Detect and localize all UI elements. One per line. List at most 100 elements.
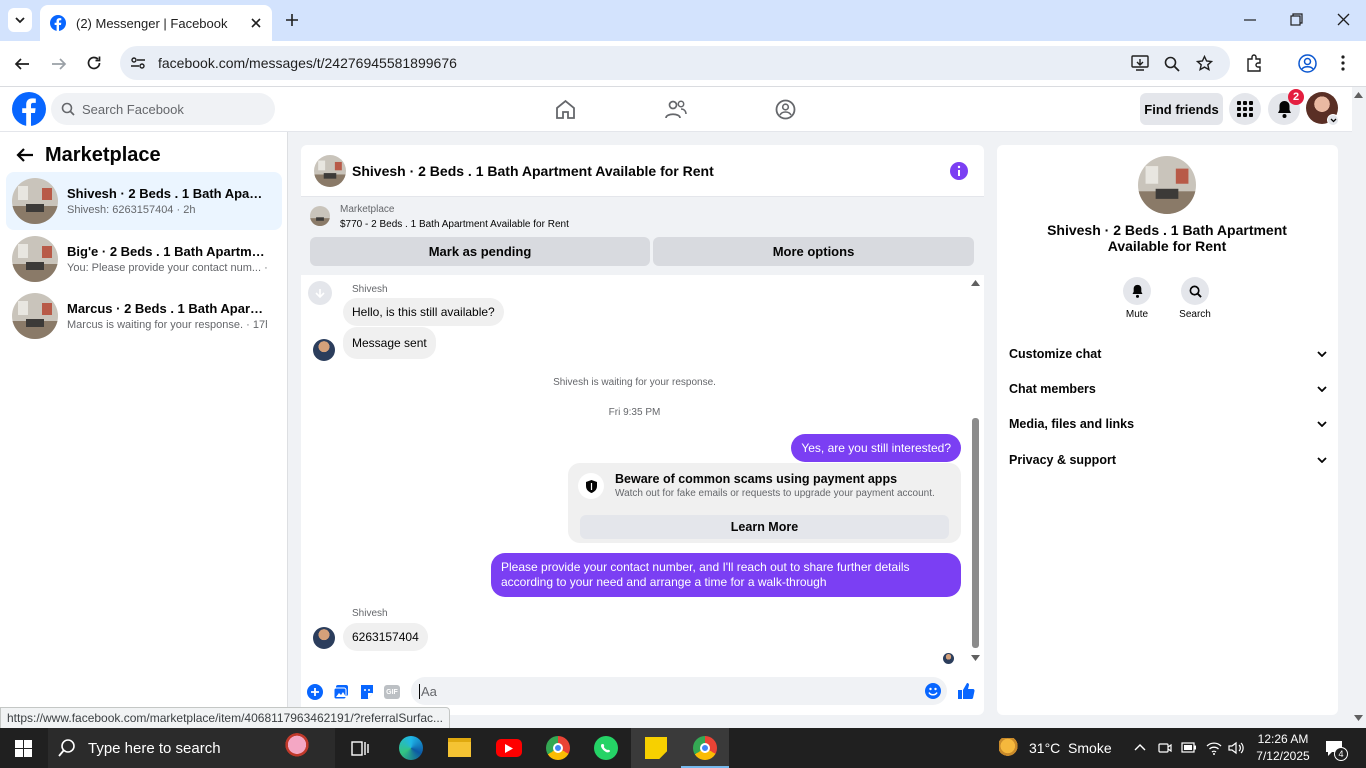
info-icon[interactable] <box>950 162 968 180</box>
gif-icon[interactable]: GIF <box>384 685 400 699</box>
listing-thumbnail[interactable] <box>310 206 330 226</box>
media-files-links-item[interactable]: Media, files and links <box>1009 417 1327 431</box>
page-scroll-up-icon[interactable] <box>1354 92 1363 98</box>
battery-icon[interactable] <box>1181 742 1197 753</box>
wifi-icon[interactable] <box>1206 741 1222 755</box>
facebook-logo-icon[interactable] <box>12 92 46 126</box>
chat-thumbnail[interactable] <box>314 154 346 187</box>
listing-photo[interactable] <box>1138 156 1196 214</box>
extensions-icon[interactable] <box>1245 54 1263 72</box>
back-icon[interactable] <box>14 56 30 72</box>
search-icon <box>61 102 75 116</box>
account-chevron[interactable] <box>1327 114 1339 126</box>
install-app-icon[interactable] <box>1131 55 1149 72</box>
weather-icon[interactable] <box>999 738 1021 758</box>
scam-warning-card: Beware of common scams using payment app… <box>568 463 961 543</box>
browser-menu-icon[interactable] <box>1341 55 1345 71</box>
scroll-to-bottom-button[interactable] <box>308 281 332 305</box>
message-timestamp: Fri 9:35 PM <box>608 407 661 418</box>
youtube-icon[interactable] <box>496 739 522 757</box>
window-close-icon[interactable] <box>1337 13 1350 26</box>
sender-avatar[interactable] <box>313 627 335 649</box>
more-options-button[interactable]: More options <box>653 237 974 266</box>
emoji-icon[interactable] <box>925 683 941 699</box>
weather-text[interactable]: 31°C Smoke <box>1029 740 1112 756</box>
page-scroll-down-icon[interactable] <box>1354 715 1363 721</box>
clock-time[interactable]: 12:26 AM <box>1250 732 1316 746</box>
conversation-item[interactable]: Big'e · 2 Beds . 1 Bath Apartment A... Y… <box>6 230 282 288</box>
privacy-support-item[interactable]: Privacy & support <box>1009 453 1327 467</box>
find-friends-button[interactable]: Find friends <box>1140 93 1223 125</box>
forward-icon[interactable] <box>51 56 67 72</box>
home-icon[interactable] <box>555 99 576 120</box>
taskbar-search-text: Type here to search <box>88 739 221 757</box>
waiting-status: Shivesh is waiting for your response. <box>553 377 716 388</box>
file-explorer-icon[interactable] <box>448 738 471 757</box>
listing-detail[interactable]: $770 - 2 Beds . 1 Bath Apartment Availab… <box>340 219 569 230</box>
search-placeholder: Search Facebook <box>82 101 184 117</box>
bookmark-star-icon[interactable] <box>1196 55 1213 72</box>
scam-warning-title: Beware of common scams using payment app… <box>615 472 898 486</box>
message-bubble[interactable]: 6263157404 <box>343 623 428 651</box>
chat-scrollbar-thumb[interactable] <box>972 418 979 648</box>
clock-date[interactable]: 7/12/2025 <box>1250 749 1316 763</box>
sender-avatar[interactable] <box>313 339 335 361</box>
mark-pending-button[interactable]: Mark as pending <box>310 237 650 266</box>
conversation-preview: Marcus is waiting for your response. · 1… <box>67 319 267 331</box>
customize-chat-item[interactable]: Customize chat <box>1009 347 1327 361</box>
item-label: Customize chat <box>1009 347 1102 361</box>
conversation-item[interactable]: Marcus · 2 Beds . 1 Bath Apartmen... Mar… <box>6 287 282 345</box>
back-arrow-icon[interactable] <box>16 147 34 163</box>
whatsapp-icon[interactable] <box>594 736 618 760</box>
taskbar-search[interactable]: Type here to search <box>48 728 335 768</box>
groups-icon[interactable] <box>775 99 796 120</box>
message-bubble-outgoing[interactable]: Yes, are you still interested? <box>791 434 961 462</box>
bell-icon <box>1132 284 1142 298</box>
conversation-preview: You: Please provide your contact num... … <box>67 262 267 274</box>
zoom-icon[interactable] <box>1164 56 1180 72</box>
photo-icon[interactable] <box>333 684 349 700</box>
listing-banner: Marketplace $770 - 2 Beds . 1 Bath Apart… <box>301 197 984 275</box>
chat-title[interactable]: Shivesh · 2 Beds . 1 Bath Apartment Avai… <box>352 163 714 179</box>
site-settings-icon[interactable] <box>130 55 146 71</box>
message-bubble[interactable]: Message sent <box>343 327 436 359</box>
minimize-icon[interactable] <box>1244 19 1256 21</box>
facebook-search-input[interactable]: Search Facebook <box>51 93 275 125</box>
thumbs-up-icon[interactable] <box>957 682 975 700</box>
sticker-icon[interactable] <box>359 684 375 700</box>
plus-circle-icon[interactable] <box>307 684 323 700</box>
volume-icon[interactable] <box>1228 741 1244 755</box>
conversation-item[interactable]: Shivesh · 2 Beds . 1 Bath Apartmen... Sh… <box>6 172 282 230</box>
message-bubble-outgoing[interactable]: Please provide your contact number, and … <box>491 553 961 597</box>
chrome-active-icon[interactable] <box>681 728 729 768</box>
message-input[interactable]: Aa <box>411 677 947 705</box>
notification-badge: 2 <box>1288 89 1304 105</box>
meet-now-icon[interactable] <box>1158 741 1172 755</box>
chat-scroll-up-icon[interactable] <box>971 280 980 286</box>
learn-more-button[interactable]: Learn More <box>580 515 949 539</box>
chat-scroll-down-icon[interactable] <box>971 655 980 661</box>
reload-icon[interactable] <box>86 55 102 71</box>
details-title: Shivesh · 2 Beds . 1 Bath Apartment Avai… <box>1047 222 1287 254</box>
address-bar[interactable]: facebook.com/messages/t/2427694558189967… <box>120 46 1230 80</box>
close-icon[interactable] <box>250 17 262 29</box>
friends-icon[interactable] <box>665 99 687 120</box>
menu-button[interactable] <box>1229 93 1261 125</box>
edge-icon[interactable] <box>399 736 423 760</box>
chrome-icon[interactable] <box>546 736 570 760</box>
chevron-up-icon[interactable] <box>1134 743 1146 751</box>
item-label: Media, files and links <box>1009 417 1135 431</box>
sticky-notes-icon[interactable] <box>631 728 681 768</box>
mute-button[interactable] <box>1123 277 1151 305</box>
windows-start-icon[interactable] <box>15 740 32 757</box>
message-bubble[interactable]: Hello, is this still available? <box>343 298 504 326</box>
conversation-title: Shivesh · 2 Beds . 1 Bath Apartmen... <box>67 186 267 201</box>
search-conversation-button[interactable] <box>1181 277 1209 305</box>
chat-members-item[interactable]: Chat members <box>1009 382 1327 396</box>
new-tab-icon[interactable] <box>285 13 299 27</box>
tab-search-button[interactable] <box>8 8 32 32</box>
browser-tab[interactable]: (2) Messenger | Facebook <box>40 5 272 41</box>
task-view-icon[interactable] <box>351 740 369 757</box>
profile-icon[interactable] <box>1298 54 1317 73</box>
restore-icon[interactable] <box>1290 13 1303 26</box>
